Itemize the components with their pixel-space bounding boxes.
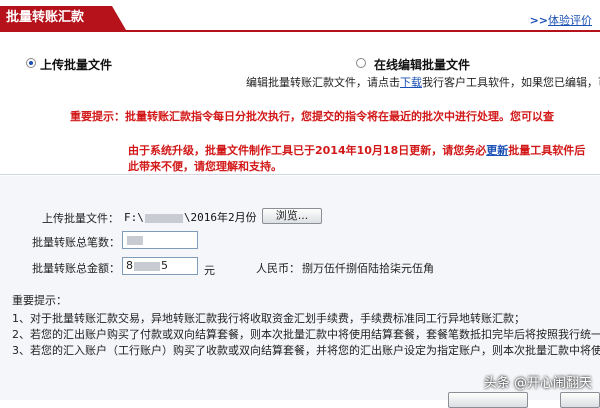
upgrade-notice-text: 由于系统升级，批量文件制作工具已于2014年10月18日更新，请您务必 [128, 144, 487, 157]
browse-button[interactable]: 浏览... [262, 208, 322, 224]
description-text-tail: 我行客户工具软件，如果您已编辑，可 [422, 76, 600, 89]
edit-description: 编辑批量转账汇款文件，请点击下载我行客户工具软件，如果您已编辑，可 [246, 74, 600, 90]
feedback-link[interactable]: >>体验评价 [530, 12, 592, 28]
upgrade-notice-line1: 由于系统升级，批量文件制作工具已于2014年10月18日更新，请您务必更新批量工… [128, 142, 585, 158]
important-notice-text: 批量转账汇款指令每日分批次执行，您提交的指令将在最近的批次中进行处理。您可以查 [125, 110, 554, 123]
page-tab-title: 批量转账汇款 [0, 6, 126, 30]
section-divider [0, 174, 600, 175]
amount-end: 5 [161, 259, 168, 272]
amount-unit: 元 [204, 264, 215, 277]
online-edit-option-label[interactable]: 在线编辑批量文件 [374, 56, 470, 73]
reset-button[interactable] [560, 392, 600, 408]
note-item: 2、若您的汇出账户购买了付款或双向结算套餐，则本次批量汇款中将使用结算套餐，套餐… [12, 328, 600, 341]
upload-file-radio[interactable] [26, 58, 36, 68]
rmb-words: 捌万伍仟捌佰陆拾柒元伍角 [302, 262, 434, 275]
file-label: 上传批量文件： [42, 212, 119, 225]
total-amount-label: 批量转账总金额： [32, 262, 120, 275]
upgrade-notice-tail: 批量工具软件后 [508, 144, 586, 157]
note-item: 3、若您的汇入账户（工行账户）购买了收款或双向结算套餐，并将您的汇出账户设定为指… [12, 344, 600, 357]
submit-button[interactable] [448, 392, 528, 408]
watermark: 头条 @开心闹翻天 [483, 376, 592, 391]
upgrade-notice-line2: 此带来不便，请您理解和支持。 [128, 160, 282, 173]
download-link[interactable]: 下载 [400, 76, 422, 89]
note-item: 1、对于批量转账汇款交易，异地转账汇款我行将收取资金汇划手续费，手续费标准同工行… [12, 312, 525, 325]
total-count-label: 批量转账总笔数： [32, 236, 120, 249]
file-path-prefix: F:\ [124, 211, 144, 224]
update-link[interactable]: 更新 [486, 144, 508, 157]
rmb-label: 人民币： [256, 262, 300, 275]
redacted-count [127, 235, 143, 245]
double-chevron-icon: >> [529, 14, 548, 27]
important-notice-label: 重要提示： [70, 110, 125, 123]
redacted-amount [134, 261, 160, 271]
feedback-link-label: 体验评价 [548, 14, 592, 27]
online-edit-radio[interactable] [356, 58, 366, 68]
redacted-path [144, 213, 183, 223]
notes-title: 重要提示： [12, 294, 67, 307]
important-notice: 重要提示：批量转账汇款指令每日分批次执行，您提交的指令将在最近的批次中进行处理。… [70, 108, 554, 124]
total-count-input[interactable] [122, 231, 198, 249]
header-bar: 批量转账汇款 >>体验评价 [0, 0, 600, 32]
file-path: F:\ \2016年2月份 [124, 209, 257, 225]
total-amount-input[interactable]: 85 [122, 257, 198, 275]
upload-file-option-label[interactable]: 上传批量文件 [40, 56, 112, 73]
amount-start: 8 [126, 259, 133, 272]
file-path-suffix: \2016年2月份 [183, 211, 257, 224]
description-text: 编辑批量转账汇款文件，请点击 [246, 76, 400, 89]
